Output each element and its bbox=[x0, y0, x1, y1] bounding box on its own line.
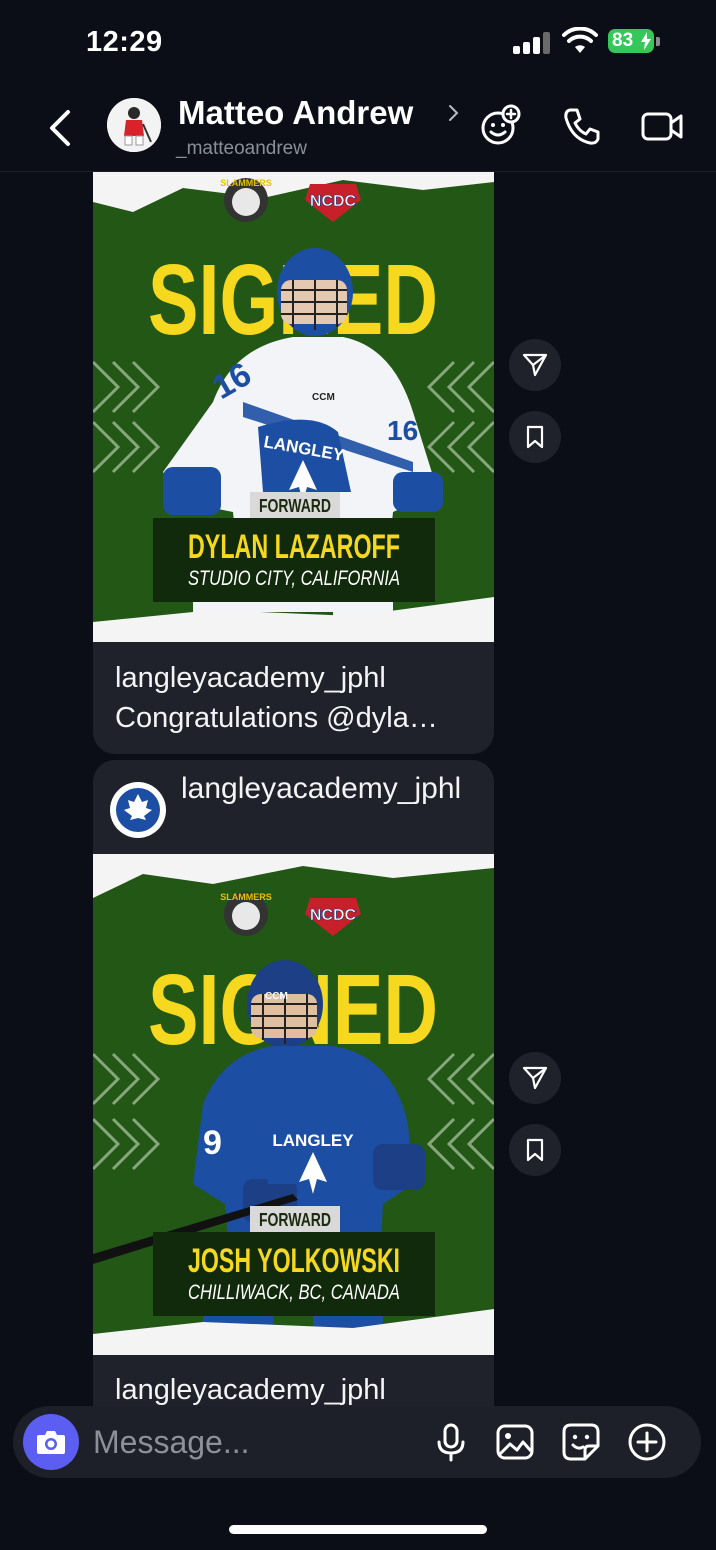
camera-button[interactable] bbox=[23, 1414, 79, 1470]
battery-level: 83 bbox=[612, 30, 634, 51]
cellular-signal-icon bbox=[513, 30, 553, 54]
post-caption-text: Congratulations @dyla… bbox=[115, 702, 438, 734]
sticker-icon[interactable] bbox=[561, 1422, 601, 1462]
signed-poster-graphic: SLAMMERS NCDC SIGNED bbox=[93, 172, 494, 642]
share-button[interactable] bbox=[509, 1052, 561, 1104]
battery-nub bbox=[656, 37, 660, 46]
status-time: 12:29 bbox=[86, 26, 163, 58]
poster-text: FORWARD bbox=[259, 1210, 331, 1230]
contact-username[interactable]: _matteoandrew bbox=[176, 138, 307, 160]
post-image-1[interactable]: SLAMMERS NCDC SIGNED bbox=[93, 172, 494, 642]
poster-text: NCDC bbox=[310, 193, 357, 210]
wifi-icon bbox=[562, 27, 598, 53]
post-caption-username[interactable]: langleyacademy_jphl bbox=[115, 1374, 386, 1406]
post-image-2[interactable]: SLAMMERS NCDC SIGNED LANGLEY 9 bbox=[93, 854, 494, 1355]
post-author-name[interactable]: langleyacademy_jphl bbox=[181, 770, 481, 808]
poster-text: DYLAN LAZAROFF bbox=[188, 528, 400, 566]
poster-text: 9 bbox=[203, 1124, 222, 1162]
signed-poster-graphic: SLAMMERS NCDC SIGNED LANGLEY 9 bbox=[93, 854, 494, 1355]
post-caption-username[interactable]: langleyacademy_jphl bbox=[115, 662, 386, 695]
poster-text: JOSH YOLKOWSKI bbox=[188, 1242, 400, 1280]
poster-text: SLAMMERS bbox=[220, 178, 272, 188]
bookmark-icon bbox=[526, 425, 544, 449]
status-bar: 12:29 83 bbox=[0, 0, 716, 84]
maple-leaf-logo-icon bbox=[111, 783, 165, 837]
plus-icon[interactable] bbox=[627, 1422, 667, 1462]
poster-text: CCM bbox=[312, 392, 335, 403]
contact-name[interactable]: Matteo Andrew bbox=[178, 94, 413, 132]
video-camera-icon[interactable] bbox=[640, 104, 684, 148]
charging-bolt-icon bbox=[641, 32, 651, 50]
poster-text: FORWARD bbox=[259, 496, 331, 516]
share-icon bbox=[522, 1066, 548, 1090]
poster-text: 16 bbox=[387, 415, 418, 446]
share-button[interactable] bbox=[509, 339, 561, 391]
home-indicator[interactable] bbox=[229, 1525, 487, 1534]
shared-post-1[interactable]: SLAMMERS NCDC SIGNED bbox=[93, 172, 494, 754]
poster-text: SLAMMERS bbox=[220, 892, 272, 902]
poster-text: CCM bbox=[265, 991, 288, 1002]
poster-text: LANGLEY bbox=[272, 1131, 354, 1150]
message-input[interactable] bbox=[93, 1420, 393, 1464]
camera-icon bbox=[37, 1431, 65, 1454]
message-composer bbox=[13, 1406, 701, 1478]
gallery-icon[interactable] bbox=[495, 1422, 535, 1462]
author-avatar bbox=[110, 782, 166, 838]
bookmark-icon bbox=[526, 1138, 544, 1162]
poster-text: CHILLIWACK, BC, CANADA bbox=[188, 1281, 400, 1304]
shared-post-2[interactable]: langleyacademy_jphl SLAMMERS NCDC SIGNED bbox=[93, 760, 494, 1406]
hockey-player-avatar-icon bbox=[107, 98, 161, 152]
chevron-right-icon[interactable] bbox=[447, 104, 461, 122]
phone-icon[interactable] bbox=[560, 104, 604, 148]
poster-text: STUDIO CITY, CALIFORNIA bbox=[188, 567, 400, 590]
battery-indicator: 83 bbox=[608, 29, 654, 53]
contact-avatar[interactable] bbox=[107, 98, 161, 152]
chat-header: Matteo Andrew _matteoandrew bbox=[0, 84, 716, 172]
back-icon[interactable] bbox=[44, 108, 74, 148]
microphone-icon[interactable] bbox=[431, 1422, 471, 1462]
save-button[interactable] bbox=[509, 411, 561, 463]
add-emoji-icon[interactable] bbox=[478, 104, 522, 148]
post-author-row[interactable]: langleyacademy_jphl bbox=[93, 760, 494, 854]
poster-text: NCDC bbox=[310, 907, 357, 924]
save-button[interactable] bbox=[509, 1124, 561, 1176]
share-icon bbox=[522, 353, 548, 377]
